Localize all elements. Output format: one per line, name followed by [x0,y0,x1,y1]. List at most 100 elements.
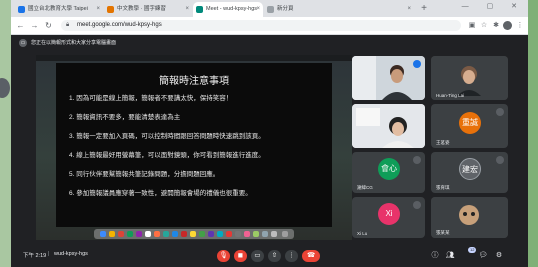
dock-app-icon [163,231,169,237]
end-call-button[interactable]: ☎ [302,250,320,262]
dock-app-icon [226,231,232,237]
dock-app-icon [244,231,250,237]
meeting-code: wud-kpsy-hgs [54,251,88,257]
bookmark-star-icon[interactable]: ☆ [479,20,489,31]
url-text: meet.google.com/wud-kpsy-hgs [77,22,162,28]
toolbar: ← → ↻ 🔒︎ meet.google.com/wud-kpsy-hgs ▣ … [11,17,528,35]
participant-tile-video[interactable] [352,104,425,148]
profile-avatar[interactable] [503,21,512,30]
tab-chinese-teaching[interactable]: 中文教學 · 國字練習 × [104,2,192,17]
dock-app-icon [235,231,241,237]
meeting-clock: 下午 2:19 [23,253,47,259]
participant-tile-huan-ting-lai[interactable]: Huan-Ting Lai [431,56,508,100]
slide-rule-5: 5. 同行伙伴要幫簡報共筆記錄問題，分擔問題回應。 [69,171,220,178]
tab-label: Meet - wud-kpsy-hgs [206,6,258,12]
participant-tile-presenter[interactable] [352,56,425,100]
dock-app-icon [217,231,223,237]
participant-tile-xie[interactable]: 會心 謝緯CG [352,152,425,193]
mic-off-button[interactable]: 🎙︎ [217,250,230,262]
participant-name: 張育琪 [436,185,450,190]
dock-app-icon [208,231,214,237]
reload-icon[interactable]: ↻ [43,20,54,31]
lock-icon: 🔒︎ [66,22,70,28]
people-icon[interactable]: 👥︎ [444,250,456,262]
participant-name: 張某某 [436,230,450,235]
tab-label: 中文教學 · 國字練習 [117,6,166,12]
tab-label: 國立台北教育大學 Taipei [28,6,88,12]
dock-app-icon [181,231,187,237]
slide-rule-2: 2. 簡報資訊不要多，要能清楚表達為主 [69,114,181,121]
slide-rule-6: 6. 參加簡報議員應穿著一致性，避開簡報會場的禮儀也很重要。 [69,190,252,197]
participant-avatar: Xi [378,203,400,225]
tab-new-tab[interactable]: 新分頁 × [264,2,414,17]
mic-off-icon [496,108,504,116]
shared-screen: 簡報時注意事項 1. 因為可能是線上簡報，簡報者不要講太快，保持笑容！ 2. 簡… [36,55,352,240]
site-favicon-icon [18,6,25,13]
tab-taipei-edu[interactable]: 國立台北教育大學 Taipei × [15,2,103,17]
present-button[interactable]: ⇧ [268,250,281,262]
close-icon[interactable]: × [256,2,260,17]
participant-tile-wang[interactable]: 重誠 王茗姿 [431,104,508,148]
participant-name: 謝緯CG [357,185,373,190]
chat-icon[interactable]: 💬︎ [477,250,489,262]
slide-rule-1: 1. 因為可能是線上簡報，簡報者不要講太快，保持笑容！ [69,95,233,102]
dock-app-icon [172,231,178,237]
window-controls[interactable]: — ▢ ✕ [462,2,525,10]
dock-app-icon [199,231,205,237]
dock-app-icon [145,231,151,237]
people-count-badge: 12 [468,247,477,253]
browser-window: 國立台北教育大學 Taipei × 中文教學 · 國字練習 × Meet - w… [11,0,528,267]
extensions-icon[interactable]: ✱ [491,20,501,31]
dock-app-icon [271,231,277,237]
participant-video [352,104,425,148]
tab-strip: 國立台北教育大學 Taipei × 中文教學 · 國字練習 × Meet - w… [11,0,528,17]
dock-app-icon [190,231,196,237]
slide-rule-4: 4. 線上簡報最好用螢幕筆，可以面對鏡頭，你可看到簡報進行進度。 [69,152,265,159]
participant-avatar: 建宏 [459,158,481,180]
close-icon[interactable]: × [407,2,411,17]
mic-off-icon [496,156,504,164]
camera-indicator-icon[interactable]: ▣ [467,20,477,31]
speaking-indicator-icon [413,60,421,68]
meet-favicon-icon [196,6,203,13]
mic-off-icon [413,156,421,164]
new-tab-button[interactable]: + [418,2,430,15]
dock-app-icon [118,231,124,237]
desktop-background-right [528,0,538,267]
shared-dock [94,229,294,239]
address-bar[interactable]: 🔒︎ meet.google.com/wud-kpsy-hgs [61,20,461,31]
dock-app-icon [136,231,142,237]
camera-off-button[interactable]: ◼ [234,250,247,262]
more-options-button[interactable]: ⋮ [285,250,298,262]
dock-app-icon [253,231,259,237]
participant-tile-other[interactable]: 張某某 [431,197,508,238]
captions-button[interactable]: ▭ [251,250,264,262]
slide-title: 簡報時注意事項 [159,76,229,87]
info-icon[interactable]: ⓘ [429,250,441,262]
presentation-slide: 簡報時注意事項 1. 因為可能是線上簡報，簡報者不要講太快，保持笑容！ 2. 簡… [56,63,332,227]
separator: | [48,251,50,257]
presenting-text: 您正在以簡報形式和大家分享電腦畫面 [31,40,117,46]
close-icon[interactable]: × [185,2,189,17]
participant-avatar: 會心 [378,158,400,180]
shared-menu-bar [36,55,352,61]
close-icon[interactable]: × [96,2,100,17]
slide-rule-3: 3. 簡報一定要加入頁碼，可以控制時間跟回答問題時快速跳到該頁。 [69,133,265,140]
participant-name: Xi Lu [357,231,368,236]
mic-off-icon [413,201,421,209]
menu-kebab-icon[interactable]: ⋮ [515,20,525,31]
site-favicon-icon [267,6,274,13]
dock-app-icon [127,231,133,237]
forward-arrow-icon[interactable]: → [29,20,40,31]
presenting-banner: ▭ 您正在以簡報形式和大家分享電腦畫面 [17,36,116,50]
desktop-background-left [0,0,11,267]
dock-app-icon [154,231,160,237]
participant-tile-zhang[interactable]: 建宏 張育琪 [431,152,508,193]
trash-icon [282,231,288,237]
back-arrow-icon[interactable]: ← [15,20,26,31]
dock-app-icon [109,231,115,237]
tab-google-meet[interactable]: Meet - wud-kpsy-hgs × [193,2,263,17]
participant-tile-xi-lu[interactable]: Xi Xi Lu [352,197,425,238]
activities-icon[interactable]: ⚙ [493,250,505,262]
meeting-controls-bar: 下午 2:19 | wud-kpsy-hgs 🎙︎ ◼ ▭ ⇧ ⋮ ☎ ⓘ 👥︎… [11,243,528,267]
